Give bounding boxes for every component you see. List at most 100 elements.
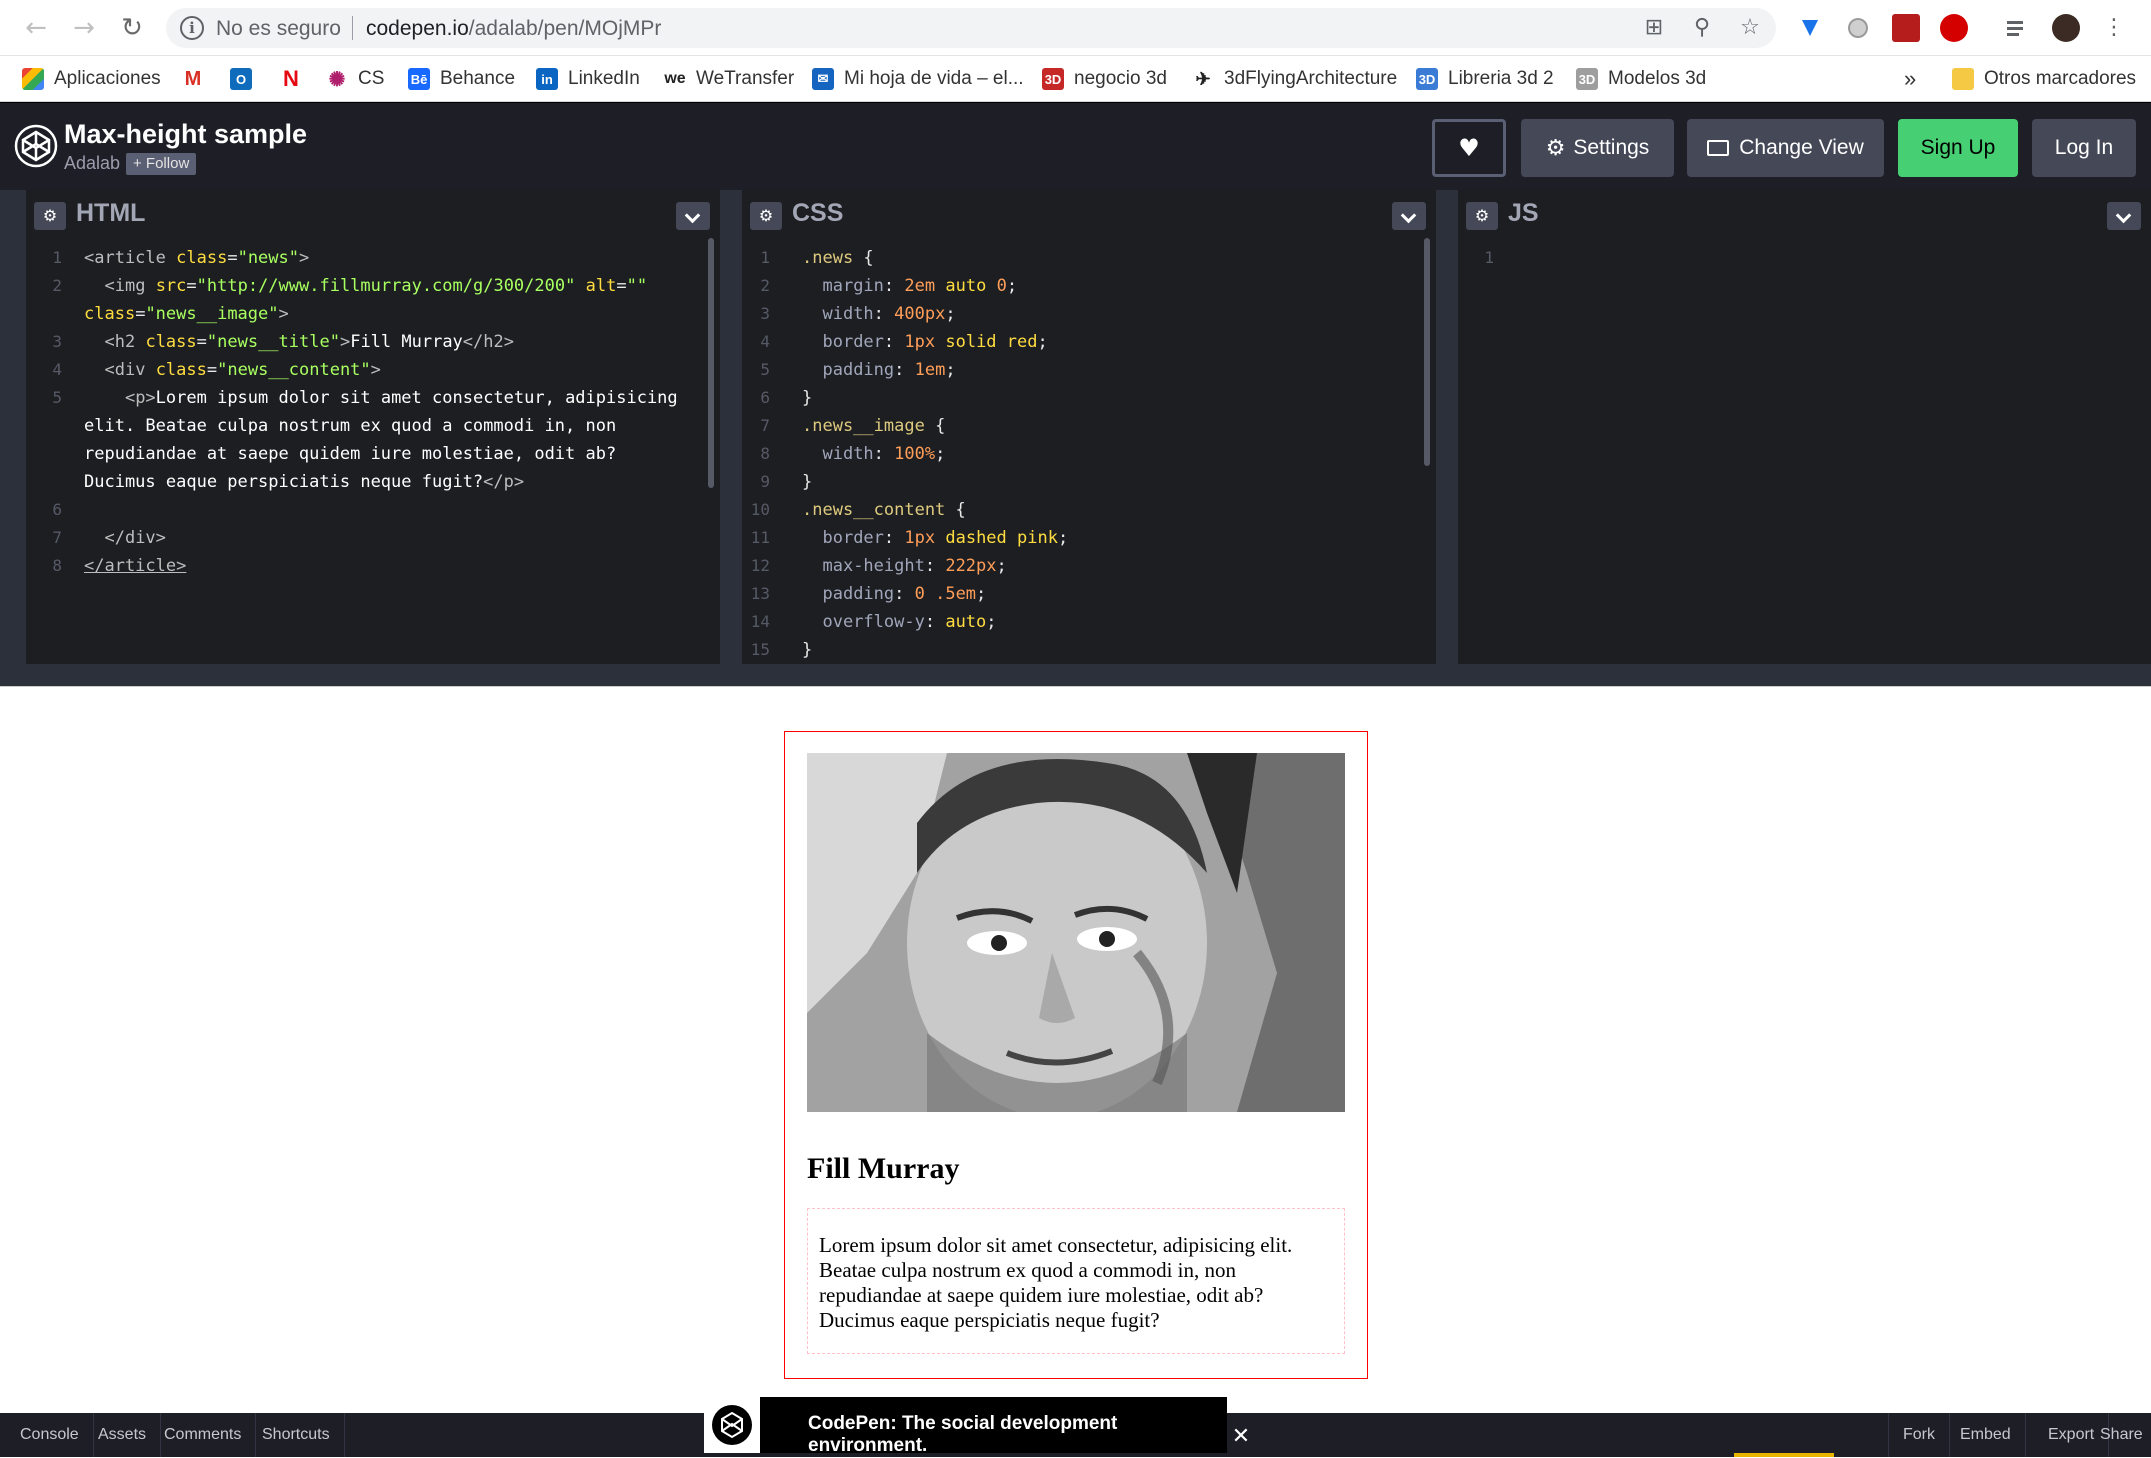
url-text[interactable]: codepen.io/adalab/pen/MOjMPr (366, 17, 661, 41)
comments-button[interactable]: Comments (150, 1413, 257, 1457)
bookmark-label: 3dFlyingArchitecture (1224, 68, 1398, 89)
css-collapse-chevron-icon[interactable] (1392, 202, 1426, 230)
bookmark-gmail[interactable]: M (182, 63, 214, 95)
zoom-icon[interactable]: ⚲ (1688, 14, 1716, 42)
info-icon[interactable]: i (180, 16, 204, 40)
bookmark-negocio-3d[interactable]: 3D negocio 3d (1042, 63, 1167, 95)
news-image (807, 753, 1345, 1112)
html-code-area[interactable]: 1 <article class="news"> 2 <img src="http:… (26, 238, 720, 664)
taskbar-indicator (1734, 1453, 1834, 1457)
line-number: 7 (52, 528, 62, 547)
code-line: </div> (104, 528, 166, 548)
html-settings-gear-icon[interactable]: ⚙ (34, 202, 66, 230)
css-settings-gear-icon[interactable]: ⚙ (750, 202, 782, 230)
bookmark-outlook[interactable]: O (230, 63, 262, 95)
code-line: width: 400px; (822, 304, 956, 324)
settings-button[interactable]: ⚙ Settings (1521, 119, 1674, 177)
code-line: } (802, 640, 813, 660)
code-line: </article> (84, 556, 187, 576)
js-settings-gear-icon[interactable]: ⚙ (1466, 202, 1498, 230)
line-number: 1 (1484, 248, 1494, 267)
resume-icon: ✉ (812, 68, 834, 90)
translate-icon[interactable]: ⊞ (1640, 14, 1668, 42)
share-button[interactable]: Share (2086, 1413, 2151, 1457)
editor-resize-handle[interactable] (0, 664, 2151, 686)
bookmark-wetransfer[interactable]: we WeTransfer (664, 63, 794, 95)
back-icon[interactable]: ← (20, 12, 52, 44)
address-separator (352, 16, 353, 40)
bookmark-cs[interactable]: ✺ CS (326, 63, 384, 95)
reload-icon[interactable]: ↻ (116, 12, 148, 44)
code-line: <div class="news__content"> (104, 360, 381, 380)
more-bookmarks-button[interactable]: » (1904, 63, 1916, 95)
bookmark-label: Behance (440, 68, 516, 89)
html-scrollbar[interactable] (708, 238, 714, 488)
codepen-promo-toast[interactable]: CodePen: The social development environm… (704, 1397, 1227, 1456)
3d-icon: 3D (1042, 68, 1064, 90)
js-collapse-chevron-icon[interactable] (2107, 202, 2141, 230)
console-button[interactable]: Console (6, 1413, 94, 1457)
code-line: <h2 class="news__title">Fill Murray</h2> (104, 332, 514, 352)
line-number: 12 (750, 556, 770, 575)
shortcuts-button[interactable]: Shortcuts (248, 1413, 345, 1457)
close-icon[interactable]: ✕ (1228, 1424, 1254, 1450)
bookmark-netflix[interactable]: N (280, 63, 312, 95)
address-bar[interactable]: i No es seguro codepen.io/adalab/pen/MOj… (166, 8, 1776, 48)
other-bookmarks-folder[interactable]: Otros marcadores (1952, 63, 2136, 95)
bookmark-linkedin[interactable]: in LinkedIn (536, 63, 640, 95)
line-number: 5 (52, 388, 62, 407)
extension-pdf-icon[interactable] (1892, 14, 1920, 42)
code-line: .news { (802, 248, 874, 268)
log-in-button[interactable]: Log In (2032, 119, 2136, 177)
extension-circle-icon[interactable] (1844, 14, 1872, 42)
extension-adblock-icon[interactable] (1940, 14, 1968, 42)
apps-grid-icon (22, 68, 44, 90)
pen-author-link[interactable]: Adalab (64, 153, 120, 174)
browser-toolbar: ← → ↻ i No es seguro codepen.io/adalab/p… (0, 0, 2151, 56)
star-icon[interactable]: ☆ (1736, 14, 1764, 42)
line-number: 13 (750, 584, 770, 603)
bookmark-resume[interactable]: ✉ Mi hoja de vida – el... (812, 63, 1024, 95)
code-line: class="news__image"> (84, 304, 289, 324)
codepen-header: Max-height sample Adalab + Follow ♥ ⚙ Se… (0, 102, 2151, 190)
js-code-area[interactable]: 1 (1458, 238, 2151, 664)
bookmark-libreria-3d[interactable]: 3D Libreria 3d 2 (1416, 63, 1554, 95)
line-number: 4 (760, 332, 770, 351)
line-number: 1 (760, 248, 770, 267)
embed-button[interactable]: Embed (1946, 1413, 2026, 1457)
css-code-area[interactable]: 1 .news {2 margin: 2em auto 0; 3 width: 40… (742, 238, 1436, 664)
fork-button[interactable]: Fork (1888, 1413, 1950, 1457)
extension-shield-icon[interactable] (1796, 14, 1824, 42)
css-scrollbar[interactable] (1424, 238, 1430, 466)
profile-avatar[interactable] (2052, 14, 2080, 42)
code-line: max-height: 222px; (822, 556, 1007, 576)
menu-icon[interactable]: ⋮ (2100, 14, 2128, 42)
bookmark-label: CS (358, 68, 385, 89)
forward-icon[interactable]: → (68, 12, 100, 44)
html-collapse-chevron-icon[interactable] (676, 202, 710, 230)
code-line: .news__image { (802, 416, 946, 436)
code-line: margin: 2em auto 0; (822, 276, 1018, 296)
insecure-label: No es seguro (216, 17, 341, 40)
bookmark-behance[interactable]: Bē Behance (408, 63, 515, 95)
bookmark-label: LinkedIn (568, 68, 640, 89)
codepen-logo-icon[interactable] (14, 124, 58, 168)
cs-icon: ✺ (326, 68, 348, 91)
bookmark-label: Modelos 3d (1608, 68, 1707, 89)
url-host: codepen.io (366, 17, 469, 40)
bookmark-modelos-3d[interactable]: 3D Modelos 3d (1576, 63, 1706, 95)
pen-title: Max-height sample (64, 119, 308, 149)
settings-label: Settings (1573, 136, 1650, 159)
follow-button[interactable]: + Follow (126, 153, 197, 175)
code-line: Ducimus eaque perspiciatis neque fugit?<… (84, 472, 525, 492)
code-line: border: 1px solid red; (822, 332, 1048, 352)
change-view-button[interactable]: Change View (1687, 119, 1884, 177)
bookmark-label: Mi hoja de vida – el... (844, 68, 1024, 89)
heart-button[interactable]: ♥ (1432, 119, 1506, 177)
extension-playlist-icon[interactable] (2004, 14, 2032, 42)
sign-up-button[interactable]: Sign Up (1898, 119, 2018, 177)
line-number: 10 (750, 500, 770, 519)
news-title: Fill Murray (807, 1152, 960, 1185)
bookmark-flying-architecture[interactable]: ✈ 3dFlyingArchitecture (1192, 63, 1397, 95)
bookmark-apps[interactable]: Aplicaciones (22, 63, 161, 95)
